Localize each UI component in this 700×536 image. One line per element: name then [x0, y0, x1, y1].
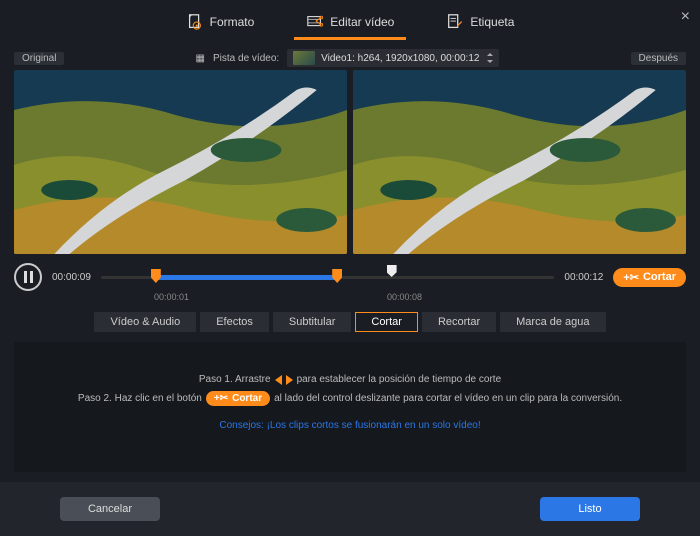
trim-handle-end[interactable] — [332, 269, 342, 283]
top-tabs: Formato Editar vídeo Etiqueta × — [0, 0, 700, 46]
edit-tabs: Vídeo & Audio Efectos Subtitular Cortar … — [0, 306, 700, 338]
cortar-button[interactable]: +✂ Cortar — [613, 268, 686, 287]
pause-icon — [24, 271, 33, 283]
scissors-plus-icon: +✂ — [214, 393, 228, 404]
step1-text-b: para establecer la posición de tiempo de… — [297, 374, 502, 385]
timeline-track[interactable] — [101, 267, 554, 287]
tab-etiqueta[interactable]: Etiqueta — [434, 7, 526, 40]
film-scissors-icon — [306, 13, 324, 31]
tab-formato-label: Formato — [210, 15, 255, 29]
footer: Cancelar Listo — [0, 482, 700, 536]
trim-end-time: 00:00:08 — [387, 292, 422, 302]
step1-text-a: Paso 1. Arrastre — [199, 374, 271, 385]
film-icon: ▦ — [196, 53, 205, 64]
close-icon[interactable]: × — [681, 8, 690, 26]
tab-formato[interactable]: Formato — [174, 7, 267, 40]
time-current: 00:00:09 — [52, 272, 91, 283]
trim-handle-start[interactable] — [151, 269, 161, 283]
video-track-value: Video1: h264, 1920x1080, 00:00:12 — [321, 53, 479, 64]
cortar-button-inline: +✂ Cortar — [206, 391, 270, 406]
original-label: Original — [14, 52, 64, 65]
despues-label: Después — [631, 52, 686, 65]
tab-editar-video[interactable]: Editar vídeo — [294, 7, 406, 40]
tab-editar-label: Editar vídeo — [330, 15, 394, 29]
play-pause-button[interactable] — [14, 263, 42, 291]
file-gear-icon — [186, 13, 204, 31]
video-thumb-icon — [293, 51, 315, 65]
ok-button[interactable]: Listo — [540, 497, 640, 521]
tip-text: Consejos: ¡Los clips cortos se fusionará… — [24, 420, 676, 431]
cancel-button[interactable]: Cancelar — [60, 497, 160, 521]
step2-text-a: Paso 2. Haz clic en el botón — [78, 393, 202, 404]
tab-recortar[interactable]: Recortar — [422, 312, 496, 332]
preview-original — [14, 70, 347, 254]
tab-video-audio[interactable]: Vídeo & Audio — [94, 312, 196, 332]
instructions-panel: Paso 1. Arrastre para establecer la posi… — [14, 342, 686, 472]
tab-efectos[interactable]: Efectos — [200, 312, 269, 332]
video-track-select[interactable]: Video1: h264, 1920x1080, 00:00:12 — [287, 49, 499, 67]
trim-start-time: 00:00:01 — [154, 292, 189, 302]
preview-after — [353, 70, 686, 254]
handle-right-icon — [286, 375, 293, 385]
tab-marca-agua[interactable]: Marca de agua — [500, 312, 605, 332]
scissors-plus-icon: +✂ — [623, 271, 639, 284]
handle-left-icon — [275, 375, 282, 385]
time-total: 00:00:12 — [564, 272, 603, 283]
tab-subtitular[interactable]: Subtitular — [273, 312, 351, 332]
tab-etiqueta-label: Etiqueta — [470, 15, 514, 29]
tab-cortar[interactable]: Cortar — [355, 312, 418, 332]
file-pencil-icon — [446, 13, 464, 31]
step2-text-b: al lado del control deslizante para cort… — [274, 393, 622, 404]
track-label: Pista de vídeo: — [213, 53, 279, 64]
